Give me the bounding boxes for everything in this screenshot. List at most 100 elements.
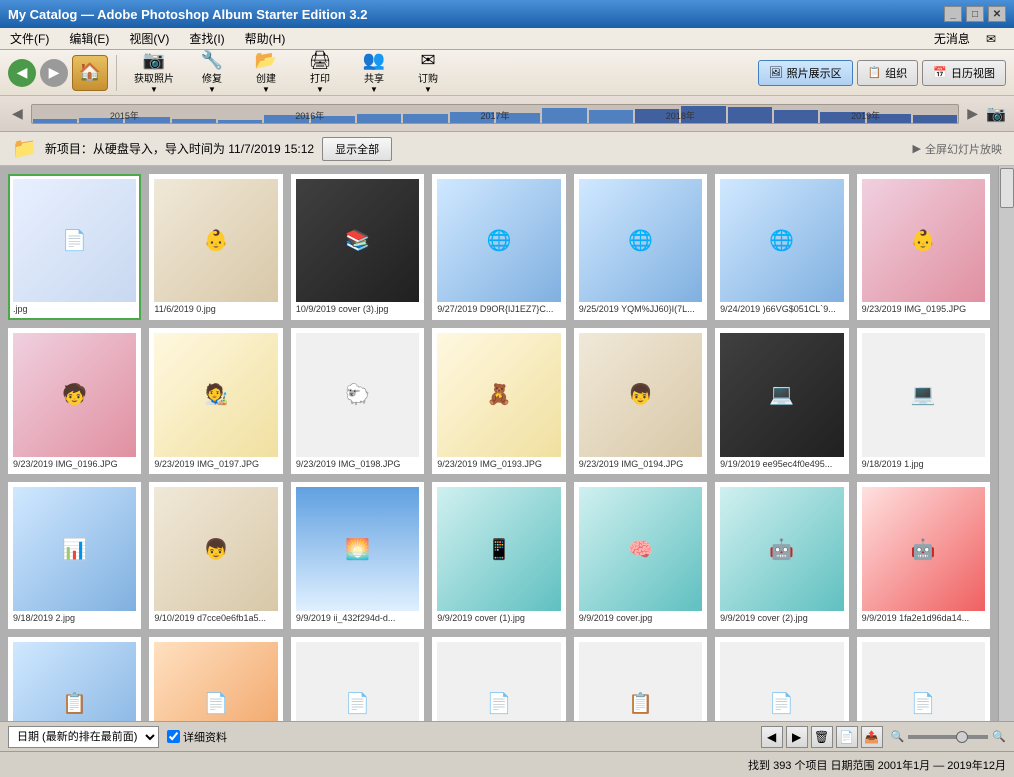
order-button[interactable]: ✉ 订购 ▼ xyxy=(403,54,453,92)
photo-item[interactable]: 📄.jpg xyxy=(8,174,141,320)
show-all-button[interactable]: 显示全部 xyxy=(322,137,392,161)
notification-text: 无消息 xyxy=(928,28,976,49)
photo-item[interactable]: 🤖9/9/2019 1fa2e1d96da14... xyxy=(857,482,990,628)
photo-item[interactable]: 🧠9/9/2019 cover.jpg xyxy=(574,482,707,628)
menu-view[interactable]: 视图(V) xyxy=(123,28,175,49)
menu-find[interactable]: 查找(I) xyxy=(183,28,230,49)
new-button[interactable]: 📄 xyxy=(836,726,858,748)
close-button[interactable]: ✕ xyxy=(988,6,1006,22)
timeline-prev[interactable]: ◀ xyxy=(8,103,27,124)
forward-button[interactable]: ▶ xyxy=(40,59,68,87)
notification-area: 无消息 ✉ xyxy=(928,28,1010,49)
bottom-icons: ◀ ▶ 🗑 📄 📤 xyxy=(761,726,883,748)
photo-item[interactable]: 📄 xyxy=(291,637,424,721)
photo-item[interactable]: 🐑9/23/2019 IMG_0198.JPG xyxy=(291,328,424,474)
fix-button[interactable]: 🔧 修复 ▼ xyxy=(187,54,237,92)
menu-file[interactable]: 文件(F) xyxy=(4,28,55,49)
photo-label: 9/9/2019 1fa2e1d96da14... xyxy=(862,613,985,624)
fix-icon: 🔧 xyxy=(201,51,223,69)
next-page-button[interactable]: ▶ xyxy=(786,726,808,748)
photo-label: 9/19/2019 ee95ec4f0e495... xyxy=(720,459,843,470)
photo-item[interactable]: 📄 xyxy=(149,637,282,721)
import-text: 新项目：从硬盘导入，导入时间为 11/7/2019 15:12 xyxy=(45,140,314,157)
photo-item[interactable]: 👦9/10/2019 d7cce0e6fb1a5... xyxy=(149,482,282,628)
photo-item[interactable]: 📄 xyxy=(857,637,990,721)
slideshow-link[interactable]: ▶ 全屏幻灯片放映 xyxy=(913,141,1002,157)
photo-label: 9/23/2019 IMG_0193.JPG xyxy=(437,459,560,470)
dropdown-arrow: ▼ xyxy=(150,85,158,94)
photo-item[interactable]: 📄 xyxy=(715,637,848,721)
photo-view-button[interactable]: 🖼 照片展示区 xyxy=(758,60,853,86)
bottom-bar: 日期 (最新的排在最前面) 详细资料 ◀ ▶ 🗑 📄 📤 🔍 🔍 xyxy=(0,721,1014,751)
photo-item[interactable]: 🌐9/24/2019 )66VG$051CL`9... xyxy=(715,174,848,320)
zoom-slider[interactable] xyxy=(908,735,988,739)
sort-select[interactable]: 日期 (最新的排在最前面) xyxy=(8,726,159,748)
title-bar: My Catalog — Adobe Photoshop Album Start… xyxy=(0,0,1014,28)
organize-button[interactable]: 📋 组织 xyxy=(857,60,919,86)
photo-item[interactable]: 💻9/19/2019 ee95ec4f0e495... xyxy=(715,328,848,474)
export-button[interactable]: 📤 xyxy=(861,726,883,748)
photo-label: 9/9/2019 ii_432f294d-d... xyxy=(296,613,419,624)
photo-label: .jpg xyxy=(13,304,136,315)
photo-item[interactable]: 👶9/23/2019 IMG_0195.JPG xyxy=(857,174,990,320)
photo-item[interactable]: 📊9/18/2019 2.jpg xyxy=(8,482,141,628)
photo-item[interactable]: 🧸9/23/2019 IMG_0193.JPG xyxy=(432,328,565,474)
prev-page-button[interactable]: ◀ xyxy=(761,726,783,748)
minimize-button[interactable]: _ xyxy=(944,6,962,22)
scrollbar[interactable] xyxy=(998,166,1014,721)
organize-icon: 📋 xyxy=(868,66,882,79)
photo-item[interactable]: 💻9/18/2019 1.jpg xyxy=(857,328,990,474)
photo-item[interactable]: 📚10/9/2019 cover (3).jpg xyxy=(291,174,424,320)
back-button[interactable]: ◀ xyxy=(8,59,36,87)
status-text: 找到 393 个项目 日期范围 2001年1月 — 2019年12月 xyxy=(748,757,1006,773)
photo-item[interactable]: 👦9/23/2019 IMG_0194.JPG xyxy=(574,328,707,474)
zoom-in-icon[interactable]: 🔍 xyxy=(992,730,1006,743)
photo-item[interactable]: 📋 xyxy=(574,637,707,721)
delete-button[interactable]: 🗑 xyxy=(811,726,833,748)
photo-item[interactable]: 🌅9/9/2019 ii_432f294d-d... xyxy=(291,482,424,628)
photo-item[interactable]: 🤖9/9/2019 cover (2).jpg xyxy=(715,482,848,628)
photo-item[interactable]: 📋 xyxy=(8,637,141,721)
photo-label: 9/18/2019 2.jpg xyxy=(13,613,136,624)
main-content: 📄.jpg👶11/6/2019 0.jpg📚10/9/2019 cover (3… xyxy=(0,166,1014,721)
timeline-next[interactable]: ▶ xyxy=(963,103,982,124)
photo-item[interactable]: 🌐9/27/2019 D9OR{IJ1EZ7}C... xyxy=(432,174,565,320)
photo-item[interactable]: 🧒9/23/2019 IMG_0196.JPG xyxy=(8,328,141,474)
calendar-icon: 📅 xyxy=(933,66,947,79)
photo-label: 9/23/2019 IMG_0196.JPG xyxy=(13,459,136,470)
share-dropdown: ▼ xyxy=(370,85,378,94)
share-button[interactable]: 👥 共享 ▼ xyxy=(349,54,399,92)
window-controls: _ □ ✕ xyxy=(944,6,1006,22)
import-icon: 📁 xyxy=(12,136,37,161)
detail-check[interactable] xyxy=(167,730,180,743)
zoom-out-icon[interactable]: 🔍 xyxy=(891,730,905,743)
notification-icon: ✉ xyxy=(980,30,1002,48)
photo-label: 9/25/2019 YQM%JJ60}I(7L... xyxy=(579,304,702,315)
photo-label: 9/23/2019 IMG_0195.JPG xyxy=(862,304,985,315)
menu-help[interactable]: 帮助(H) xyxy=(239,28,292,49)
menu-edit[interactable]: 编辑(E) xyxy=(63,28,115,49)
print-dropdown: ▼ xyxy=(316,85,324,94)
get-photos-button[interactable]: 📷 获取照片 ▼ xyxy=(125,54,183,92)
photo-label: 9/9/2019 cover (1).jpg xyxy=(437,613,560,624)
maximize-button[interactable]: □ xyxy=(966,6,984,22)
calendar-button[interactable]: 📅 日历视图 xyxy=(922,60,1006,86)
fix-dropdown: ▼ xyxy=(208,85,216,94)
timeline-track[interactable]: 2015年 2016年 2017年 2018年 2019年 xyxy=(31,104,960,124)
photo-item[interactable]: 📄 xyxy=(432,637,565,721)
detail-checkbox: 详细资料 xyxy=(167,729,227,745)
print-button[interactable]: 🖨 打印 ▼ xyxy=(295,54,345,92)
photo-item[interactable]: 📱9/9/2019 cover (1).jpg xyxy=(432,482,565,628)
zoom-bar: 🔍 🔍 xyxy=(891,730,1006,743)
create-button[interactable]: 📂 创建 ▼ xyxy=(241,54,291,92)
home-button[interactable]: 🏠 xyxy=(72,55,108,91)
photo-label: 9/23/2019 IMG_0197.JPG xyxy=(154,459,277,470)
photo-item[interactable]: 🌐9/25/2019 YQM%JJ60}I(7L... xyxy=(574,174,707,320)
share-icon: 👥 xyxy=(363,51,385,69)
slideshow-icon: ▶ xyxy=(913,142,921,155)
photo-label: 9/10/2019 d7cce0e6fb1a5... xyxy=(154,613,277,624)
camera-icon: 📷 xyxy=(143,51,165,69)
photo-item[interactable]: 🧑‍🎨9/23/2019 IMG_0197.JPG xyxy=(149,328,282,474)
photo-label: 9/27/2019 D9OR{IJ1EZ7}C... xyxy=(437,304,560,315)
photo-item[interactable]: 👶11/6/2019 0.jpg xyxy=(149,174,282,320)
